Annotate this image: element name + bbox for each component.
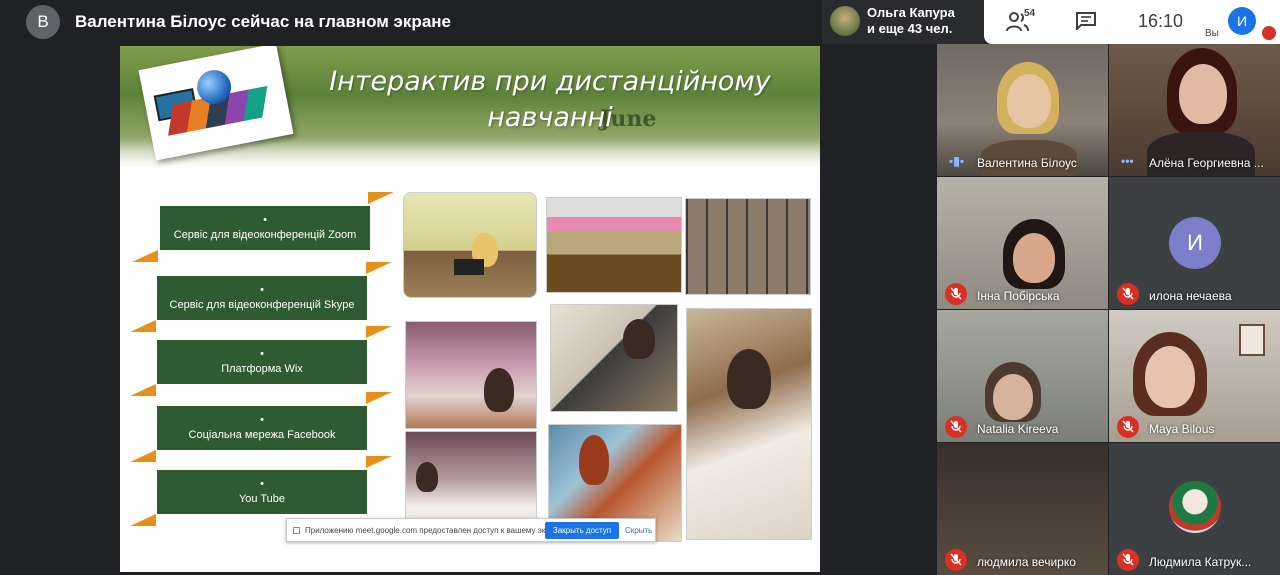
participant-face — [1007, 74, 1051, 128]
person-figure — [623, 319, 655, 359]
participant-tile[interactable]: Natalia Kireeva — [937, 310, 1108, 442]
mic-off-icon — [1117, 416, 1139, 438]
photo-website — [546, 197, 682, 293]
participant-name: Maya Bilous — [1149, 422, 1215, 436]
person-figure — [727, 349, 771, 409]
participant-name: Валентина Білоус — [977, 156, 1077, 170]
bullet: • — [260, 414, 264, 426]
bullet: • — [263, 214, 267, 226]
item-text: Сервіс для відеоконференцій Skype — [169, 299, 355, 311]
item-text: Соціальна мережа Facebook — [188, 429, 336, 441]
others-label: Ольга Капура и еще 43 чел. — [867, 5, 955, 37]
flag-decoration — [368, 192, 394, 204]
slide-title: Інтерактив при дистанційному навчанні — [329, 66, 771, 133]
screen-share-notice: Приложению meet.google.com предоставлен … — [286, 518, 656, 542]
presentation-stage: June Інтерактив при дистанційному навчан… — [0, 44, 937, 575]
participant-face — [1179, 64, 1227, 124]
person-figure — [484, 368, 514, 412]
flag-decoration — [366, 456, 392, 468]
person-figure — [579, 435, 609, 485]
photo-teacher-desk — [403, 192, 537, 298]
mic-off-icon — [1117, 283, 1139, 305]
top-bar: В Валентина Білоус сейчас на главном экр… — [0, 0, 1280, 44]
participant-name: Людмила Катрук... — [1149, 555, 1252, 569]
chat-icon[interactable] — [1076, 12, 1096, 30]
photo-student-room — [405, 321, 537, 429]
stop-sharing-button[interactable]: Закрыть доступ — [545, 522, 619, 539]
participant-tile[interactable]: ••• Алёна Георгиевна ... — [1109, 44, 1280, 176]
laptop-shape — [454, 259, 484, 275]
others-name: Ольга Капура — [867, 5, 955, 20]
participant-tile[interactable]: людмила вечирко — [937, 443, 1108, 575]
flag-decoration — [366, 326, 392, 338]
bullet: • — [260, 284, 264, 296]
slide-item-zoom: • Сервіс для відеоконференцій Zoom — [160, 206, 370, 250]
photo-zoom-gallery — [685, 198, 811, 295]
slide-item-wix: • Платформа Wix — [157, 340, 367, 384]
participant-name: илона нечаева — [1149, 289, 1232, 303]
participant-name: Natalia Kireeva — [977, 422, 1059, 436]
others-count: и еще 43 чел. — [867, 21, 953, 36]
mic-off-icon — [945, 283, 967, 305]
mic-off-icon — [945, 416, 967, 438]
participant-face — [1145, 346, 1195, 408]
item-text: Сервіс для відеоконференцій Zoom — [173, 229, 357, 241]
wall-picture — [1239, 324, 1265, 356]
flag-decoration — [366, 392, 392, 404]
participant-tile[interactable]: Maya Bilous — [1109, 310, 1280, 442]
photo-student-laptop — [550, 304, 678, 412]
participant-tile[interactable]: Людмила Катрук... — [1109, 443, 1280, 575]
mic-off-icon — [945, 549, 967, 571]
flag-decoration — [130, 450, 156, 462]
presenter-avatar: В — [26, 5, 60, 39]
item-text: You Tube — [238, 493, 286, 505]
participant-name: Інна Побірська — [977, 289, 1060, 303]
participant-grid: ▪▮▪ Валентина Білоус ••• Алёна Георгиевн… — [937, 44, 1280, 575]
mic-off-icon — [1117, 549, 1139, 571]
hide-notice-button[interactable]: Скрыть — [625, 526, 652, 535]
other-participants-chip[interactable]: Ольга Капура и еще 43 чел. — [822, 0, 984, 44]
flag-decoration — [366, 262, 392, 274]
participant-mini-avatar — [830, 6, 860, 36]
participant-name: Алёна Георгиевна ... — [1149, 156, 1264, 170]
participant-face — [1013, 233, 1055, 283]
photo-student-writing — [686, 308, 812, 540]
speaking-indicator-icon: ▪▮▪ — [949, 154, 965, 168]
clock: 16:10 — [1138, 11, 1184, 31]
bullet: • — [260, 348, 264, 360]
mic-off-icon — [1262, 26, 1276, 40]
participant-tile[interactable]: ▪▮▪ Валентина Білоус — [937, 44, 1108, 176]
drag-handle-icon[interactable] — [293, 527, 300, 534]
slide-item-skype: • Сервіс для відеоконференцій Skype — [157, 276, 367, 320]
item-text: Платформа Wix — [221, 363, 303, 375]
flag-decoration — [130, 384, 156, 396]
presentation-slide: June Інтерактив при дистанційному навчан… — [120, 46, 820, 572]
participant-face — [993, 374, 1033, 420]
participant-tile[interactable]: И илона нечаева — [1109, 177, 1280, 309]
person-figure — [416, 462, 438, 492]
participant-name: людмила вечирко — [977, 555, 1076, 569]
participant-tile[interactable]: Інна Побірська — [937, 177, 1108, 309]
flag-decoration — [132, 250, 158, 262]
speaking-indicator-icon: ••• — [1121, 154, 1134, 168]
bullet: • — [260, 478, 264, 490]
participant-avatar: И — [1169, 217, 1221, 269]
meet-window: В Валентина Білоус сейчас на главном экр… — [0, 0, 1280, 575]
participants-count: 54 — [1024, 8, 1036, 19]
participant-avatar — [1169, 481, 1221, 533]
flag-decoration — [130, 320, 156, 332]
slide-item-facebook: • Соціальна мережа Facebook — [157, 406, 367, 450]
top-right-panel: 54 16:10 Вы И — [984, 0, 1280, 44]
slide-item-youtube: • You Tube — [157, 470, 367, 514]
share-notice-text: Приложению meet.google.com предоставлен … — [305, 526, 565, 535]
you-label: Вы — [1205, 28, 1219, 39]
presenting-title: Валентина Білоус сейчас на главном экран… — [75, 12, 451, 31]
flag-decoration — [130, 514, 156, 526]
self-avatar[interactable]: И — [1228, 7, 1256, 35]
